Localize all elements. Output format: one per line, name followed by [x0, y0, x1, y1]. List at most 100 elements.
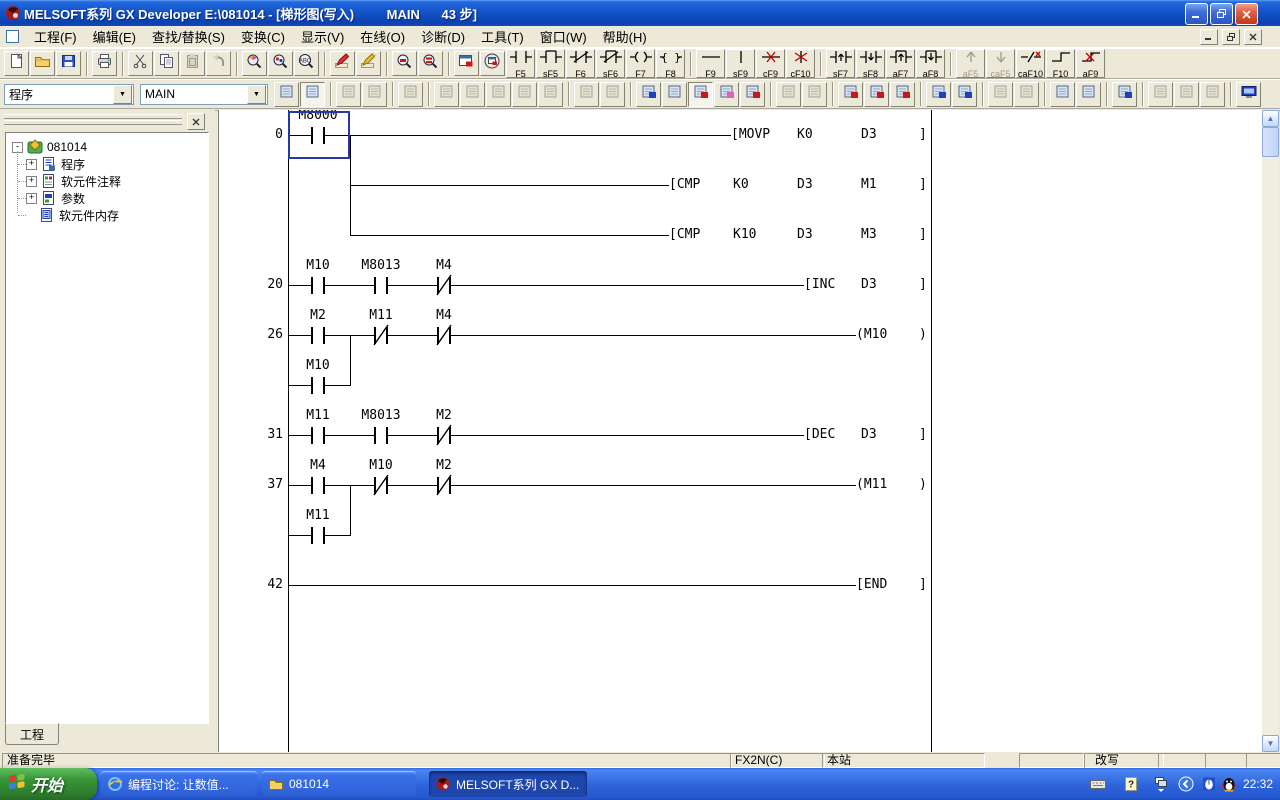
ladder-symbol-button[interactable]: [274, 82, 299, 107]
ladder-operand[interactable]: M3: [861, 227, 877, 243]
ladder-editor[interactable]: 0M8000[MOVPK0D3][CMPK0D3M1][CMPK10D3M3]2…: [218, 110, 1263, 752]
zoom-in-button[interactable]: [418, 51, 443, 76]
mouse-icon[interactable]: [1201, 776, 1217, 792]
ladder-device-label[interactable]: M4: [286, 459, 350, 473]
collapse-icon[interactable]: [1178, 776, 1194, 792]
taskbar-task-0[interactable]: 编程讨论: 让数值...: [101, 771, 257, 797]
ladder-symbol-hline-del-button[interactable]: cF9: [756, 49, 785, 78]
ladder-operand[interactable]: K0: [733, 177, 749, 193]
tree-item-label[interactable]: 程序: [61, 156, 85, 173]
ladder-operand[interactable]: D3: [861, 277, 877, 293]
tree-item-label[interactable]: 软元件内存: [59, 207, 119, 224]
ladder-instruction[interactable]: [MOVP: [731, 127, 770, 143]
remote-operation-button[interactable]: [1112, 82, 1137, 107]
tree-item-2[interactable]: +参数: [26, 190, 85, 206]
instruction-find-button[interactable]: [740, 82, 765, 107]
tree-item-3[interactable]: 软元件内存: [26, 207, 119, 223]
menu-item-3[interactable]: 变换(C): [233, 25, 293, 48]
entry-monitor-window-button[interactable]: [1236, 82, 1261, 107]
ladder-contact-cell[interactable]: [302, 325, 334, 346]
keyboard-icon[interactable]: [1090, 776, 1106, 792]
ladder-device-label[interactable]: M2: [412, 459, 476, 473]
ladder-contact-cell[interactable]: [302, 425, 334, 446]
statement-edit-button[interactable]: [356, 51, 381, 76]
mdi-minimize-button[interactable]: [1200, 29, 1218, 45]
print-button[interactable]: [92, 51, 117, 76]
ladder-contact-cell[interactable]: [428, 425, 460, 446]
ladder-device-label[interactable]: M11: [286, 409, 350, 423]
restore-button[interactable]: [1210, 3, 1233, 25]
device-test-button[interactable]: [890, 82, 915, 107]
ladder-instruction[interactable]: [CMP: [669, 177, 700, 193]
ladder-monitor-button[interactable]: [864, 82, 889, 107]
jump-source-button[interactable]: [1050, 82, 1075, 107]
panel-close-icon[interactable]: [187, 113, 205, 130]
close-button[interactable]: [1235, 3, 1258, 25]
ladder-symbol-invert-button[interactable]: caF10: [1016, 49, 1045, 78]
copy-button[interactable]: [154, 51, 179, 76]
ladder-device-label[interactable]: M2: [412, 409, 476, 423]
zoom-out-button[interactable]: [392, 51, 417, 76]
ladder-instruction[interactable]: [INC: [804, 277, 835, 293]
ladder-contact-cell[interactable]: [365, 325, 397, 346]
ladder-operand[interactable]: K10: [733, 227, 756, 243]
ladder-coil[interactable]: (M11: [856, 477, 887, 493]
ladder-device-label[interactable]: M10: [349, 459, 413, 473]
expand-toggle-icon[interactable]: +: [26, 193, 37, 204]
ladder-symbol-nc-p-button[interactable]: sF6: [596, 49, 625, 78]
mdi-close-button[interactable]: [1244, 29, 1262, 45]
expand-toggle-icon[interactable]: +: [26, 159, 37, 170]
menu-item-9[interactable]: 帮助(H): [595, 25, 655, 48]
tree-root-label[interactable]: 081014: [47, 140, 87, 154]
ladder-symbol-pulse-up-p-button[interactable]: aF7: [886, 49, 915, 78]
window-switch-icon[interactable]: [1153, 776, 1169, 792]
window-refresh-button[interactable]: [480, 51, 505, 76]
start-button[interactable]: 开始: [0, 768, 97, 800]
ladder-device-label[interactable]: M2: [286, 309, 350, 323]
device-batch-monitor-button[interactable]: [926, 82, 951, 107]
ladder-symbol-hline-button[interactable]: F9: [696, 49, 725, 78]
data-type-combo[interactable]: 程序 ▼: [4, 84, 134, 105]
mdi-restore-button[interactable]: [1222, 29, 1240, 45]
ladder-operand[interactable]: K0: [797, 127, 813, 143]
new-button[interactable]: [4, 51, 29, 76]
ladder-contact-cell[interactable]: [302, 275, 334, 296]
ladder-device-label[interactable]: M10: [286, 259, 350, 273]
chevron-down-icon[interactable]: ▼: [113, 85, 132, 104]
ladder-operand[interactable]: M1: [861, 177, 877, 193]
ladder-symbol-vline-del-button[interactable]: cF10: [786, 49, 815, 78]
statement-display-button[interactable]: [662, 82, 687, 107]
tree-item-1[interactable]: +软元件注释: [26, 173, 121, 189]
ladder-symbol-no-button[interactable]: F5: [506, 49, 535, 78]
device-comment-edit-button[interactable]: [330, 51, 355, 76]
ladder-contact-cell[interactable]: [428, 275, 460, 296]
ladder-device-label[interactable]: M4: [412, 309, 476, 323]
menu-item-0[interactable]: 工程(F): [26, 25, 85, 48]
chevron-down-icon[interactable]: ▼: [247, 85, 266, 104]
ladder-operand[interactable]: D3: [861, 127, 877, 143]
ladder-contact-cell[interactable]: [365, 425, 397, 446]
note-edit-button[interactable]: [688, 82, 713, 107]
cut-button[interactable]: [128, 51, 153, 76]
menu-item-2[interactable]: 查找/替换(S): [144, 25, 233, 48]
ladder-symbol-pulse-up-button[interactable]: sF7: [826, 49, 855, 78]
menu-item-8[interactable]: 窗口(W): [532, 25, 595, 48]
menu-item-7[interactable]: 工具(T): [473, 25, 532, 48]
ladder-symbol-line-draw-button[interactable]: F10: [1046, 49, 1075, 78]
ladder-coil[interactable]: (M10: [856, 327, 887, 343]
help-icon[interactable]: ?: [1123, 776, 1139, 792]
tree-item-label[interactable]: 软元件注释: [61, 173, 121, 190]
monitor-condition-button[interactable]: [952, 82, 977, 107]
ladder-contact-cell[interactable]: [302, 475, 334, 496]
jump-destination-button[interactable]: [1076, 82, 1101, 107]
scroll-down-icon[interactable]: ▼: [1262, 735, 1279, 752]
ladder-operand[interactable]: D3: [797, 227, 813, 243]
ladder-contact-cell[interactable]: [428, 325, 460, 346]
ladder-device-label[interactable]: M11: [349, 309, 413, 323]
panel-grab-handle[interactable]: [4, 114, 182, 119]
scrollbar-thumb[interactable]: [1262, 127, 1279, 157]
ladder-symbol-pulse-down-p-button[interactable]: aF8: [916, 49, 945, 78]
ladder-operand[interactable]: D3: [861, 427, 877, 443]
ladder-device-label[interactable]: M8013: [349, 409, 413, 423]
panel-grab-handle[interactable]: [4, 120, 182, 125]
